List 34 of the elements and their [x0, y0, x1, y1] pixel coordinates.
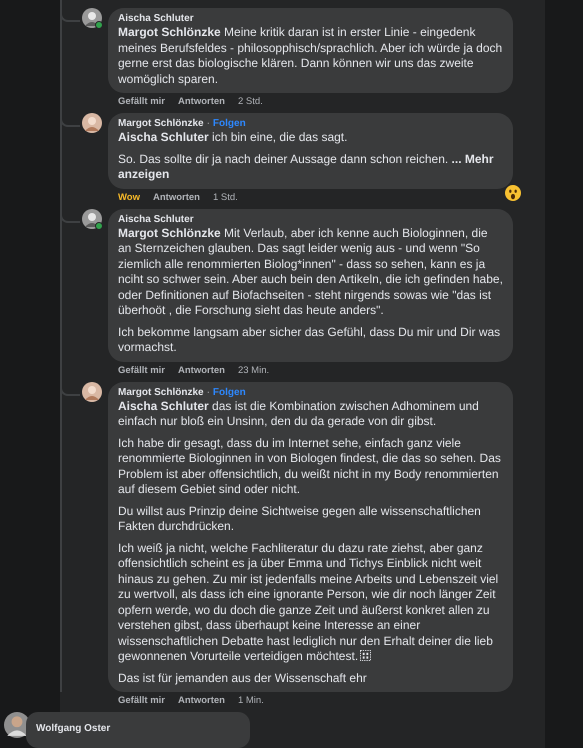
- author-name[interactable]: Margot Schlönzke: [118, 118, 204, 129]
- separator-dot: ·: [206, 386, 210, 398]
- comment-text: Ich weiß ja nicht, welche Fachliteratur du dazu rate ziehst, aber ganz offensichtlich scheint es ja über Emma und Tichys Einblick nicht weit hinaus zu gehen. Zu mir ist jedenfalls meine Arbeits und Lebenszeit viel zu wertvoll, als dass ich eine ignorante Person, wie dir noch länger Zeit opfern werde, wo du doch die ganze Zeit und äußerst konkret allen zu verstehen gibst, dass überhaupt keine Interesse an einer wissenschaftlichen Debatte hast lediglich nur den Erhalt deiner die lieb gewonnenen Vorurteile verteidigen möchtest.: [118, 540, 500, 664]
- comment-text: Aischa Schluter ich bin eine, die das sagt.: [118, 130, 348, 146]
- reply-link[interactable]: Antworten: [178, 695, 225, 708]
- like-link[interactable]: Wow: [118, 192, 140, 204]
- like-link[interactable]: Gefällt mir: [118, 695, 165, 708]
- author-name[interactable]: Aischa Schluter: [118, 214, 194, 224]
- reply-link[interactable]: Antworten: [178, 364, 225, 378]
- author-name[interactable]: Wolfgang Oster: [36, 723, 110, 734]
- comment-text: Aischa Schluter das ist die Kombination zwischen Adhominem und einfach nur bloß ein Unsinn, den du da gerade von dir gibst.: [118, 398, 480, 430]
- timestamp: 1 Std.: [212, 192, 238, 204]
- author-name[interactable]: Margot Schlönzke: [118, 386, 204, 398]
- comment-text: So. Das sollte dir ja nach deiner Aussage dann schon reichen. ... Mehr anzeigen: [118, 152, 495, 182]
- comment-text: Ich bekomme langsam aber sicher das Gefühl, dass Du mir und Dir was vormachst.: [118, 324, 502, 356]
- avatar-icon[interactable]: [82, 113, 102, 133]
- avatar-icon[interactable]: [82, 208, 102, 228]
- timestamp: 2 Std.: [238, 96, 263, 109]
- reply-link[interactable]: Antworten: [153, 192, 200, 204]
- comment-text: Ich habe dir gesagt, dass du im Internet sehe, einfach ganz viele renommierte Biologinnen in von Biologen findest, die das so sehen. Das Problem ist aber offensichtlich, du weißt nicht in my Body renommierten auf diesem Gebiet sind oder nicht.: [118, 436, 502, 498]
- like-link[interactable]: Gefällt mir: [118, 364, 165, 378]
- timestamp: 23 Min.: [238, 364, 270, 378]
- reply-link[interactable]: Antworten: [178, 96, 225, 109]
- author-name[interactable]: Aischa Schluter: [118, 13, 194, 24]
- comment-text: Das ist für jemanden aus der Wissenschaft ehr: [118, 670, 368, 686]
- comment-text: Margot Schlönzke Mit Verlaub, aber ich kenne auch Biologinnen, die an Sternzeichen glauben. Das sagt leider wenig aus - und wenn "So ziemlich alle renommierten Biolog*innen" - dass so sehen, kann es ja nciht so schwer sein. Aber auch bein den Artikeln, die ich gefinden habe, oder Definitionen auf Biofachseiten - steht nirgends sowas wie "das ist überhoöt , die Forschung sieht das heute anders".: [118, 226, 503, 318]
- timestamp: 1 Min.: [238, 695, 264, 708]
- comment-text: Margot Schlönzke Meine kritik daran ist in erster Linie - eingedenk meines Berufsfeldes - philosopphisch/sprachlich. Aber ich würde ja doch gerne erst das biologische klären. Dann können wir uns das zweite womöglich sparen.: [118, 25, 503, 87]
- avatar-icon[interactable]: [82, 382, 102, 402]
- comment-text: Du willst aus Prinzip deine Sichtweise gegen alle wissenschaftlichen Fakten durchdrücken.: [118, 504, 482, 534]
- wow-emoji-icon[interactable]: [505, 184, 521, 200]
- separator-dot: ·: [206, 118, 210, 129]
- avatar-icon[interactable]: [82, 8, 102, 28]
- like-link[interactable]: Gefällt mir: [118, 96, 165, 109]
